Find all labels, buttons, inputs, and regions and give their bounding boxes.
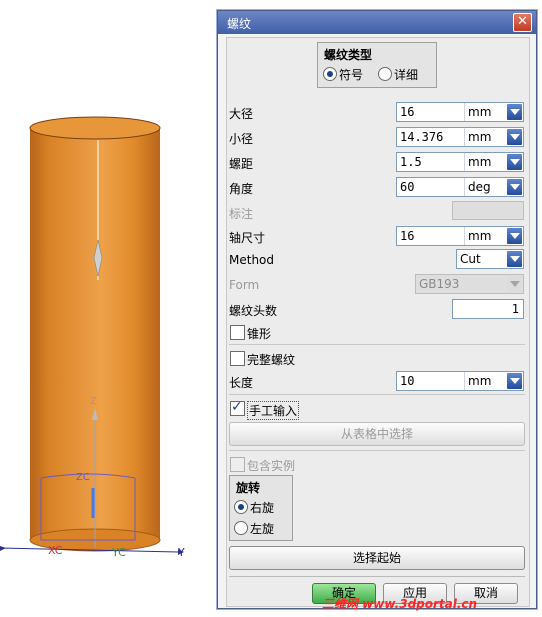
angle-label: 角度 [229, 182, 254, 196]
major-diameter-unit[interactable]: mm [468, 105, 491, 119]
divider [229, 450, 525, 451]
thread-type-symbolic-radio[interactable] [323, 67, 337, 81]
watermark-text: 三维网 www.3dportal.cn [322, 597, 478, 611]
thread-type-title: 螺纹类型 [324, 48, 373, 62]
rotation-title: 旋转 [236, 481, 261, 495]
thread-type-detailed-label[interactable]: 详细 [394, 66, 418, 83]
axis-y-label: Y [178, 546, 185, 559]
rotation-left-radio[interactable] [234, 521, 248, 535]
include-instances-label: 包含实例 [247, 459, 296, 473]
length-unit[interactable]: mm [468, 374, 491, 388]
manual-input-label[interactable]: 手工输入 [247, 401, 300, 420]
thread-type-symbolic-label[interactable]: 符号 [339, 66, 363, 83]
shaft-size-unit[interactable]: mm [468, 229, 491, 243]
length-value[interactable]: 10 [400, 374, 414, 388]
chevron-down-icon[interactable] [507, 373, 522, 389]
form-value: GB193 [419, 277, 460, 291]
num-starts-value[interactable]: 1 [512, 302, 519, 316]
axis-yc-label: YC [112, 546, 126, 559]
close-icon[interactable]: ✕ [513, 13, 532, 32]
rotation-left-label[interactable]: 左旋 [250, 520, 274, 537]
major-diameter-value[interactable]: 16 [400, 105, 414, 119]
rotation-right-radio[interactable] [234, 500, 248, 514]
chevron-down-icon[interactable] [507, 104, 522, 120]
callout-field [452, 201, 524, 220]
dialog-titlebar[interactable]: 螺纹 ✕ [218, 11, 536, 34]
rotation-group: 旋转 右旋 左旋 [229, 475, 293, 541]
num-starts-label: 螺纹头数 [229, 304, 278, 318]
angle-value[interactable]: 60 [400, 180, 414, 194]
major-diameter-field[interactable]: 16 mm [396, 102, 524, 122]
minor-diameter-value[interactable]: 14.376 [400, 130, 443, 144]
angle-field[interactable]: 60 deg [396, 177, 524, 197]
divider [229, 344, 525, 345]
chevron-down-icon[interactable] [507, 251, 522, 267]
chevron-down-icon[interactable] [507, 154, 522, 170]
pitch-value[interactable]: 1.5 [400, 155, 422, 169]
tapered-label[interactable]: 锥形 [247, 325, 271, 342]
shaft-size-value[interactable]: 16 [400, 229, 414, 243]
angle-unit[interactable]: deg [468, 180, 491, 194]
manual-input-checkbox[interactable] [230, 399, 245, 416]
major-diameter-label: 大径 [229, 107, 254, 121]
select-start-button[interactable]: 选择起始 [229, 546, 525, 570]
divider [229, 576, 525, 577]
choose-from-table-button: 从表格中选择 [229, 422, 525, 446]
thread-type-detailed-radio[interactable] [378, 67, 392, 81]
chevron-down-icon[interactable] [507, 129, 522, 145]
full-thread-label[interactable]: 完整螺纹 [247, 351, 295, 368]
tapered-checkbox[interactable] [230, 325, 245, 340]
rotation-right-label[interactable]: 右旋 [250, 499, 274, 516]
include-instances-checkbox [230, 457, 245, 472]
chevron-down-icon [507, 276, 522, 292]
thread-dialog: 螺纹 ✕ 螺纹类型 符号 详细 大径 16 mm 小径 14.376 mm 螺距 [217, 10, 537, 609]
axis-z-label: Z [90, 396, 97, 407]
axis-xc-label: XC [48, 544, 63, 557]
thread-type-group: 螺纹类型 符号 详细 [317, 42, 437, 88]
dialog-title: 螺纹 [227, 17, 252, 31]
form-select: GB193 [415, 274, 524, 294]
shaft-size-field[interactable]: 16 mm [396, 226, 524, 246]
pitch-label: 螺距 [229, 157, 254, 171]
num-starts-field[interactable]: 1 [452, 299, 524, 319]
length-label: 长度 [229, 376, 254, 390]
axis-zc-label: ZC [76, 472, 90, 483]
method-label: Method [229, 253, 275, 267]
chevron-down-icon[interactable] [507, 228, 522, 244]
minor-diameter-unit[interactable]: mm [468, 130, 491, 144]
callout-label: 标注 [229, 207, 254, 221]
pitch-field[interactable]: 1.5 mm [396, 152, 524, 172]
form-label: Form [229, 278, 260, 292]
pitch-unit[interactable]: mm [468, 155, 491, 169]
divider [229, 394, 525, 395]
minor-diameter-field[interactable]: 14.376 mm [396, 127, 524, 147]
full-thread-checkbox[interactable] [230, 351, 245, 366]
method-select[interactable]: Cut [456, 249, 524, 269]
chevron-down-icon[interactable] [507, 179, 522, 195]
length-field[interactable]: 10 mm [396, 371, 524, 391]
dialog-body: 螺纹类型 符号 详细 大径 16 mm 小径 14.376 mm 螺距 1.5 … [226, 37, 530, 607]
shaft-size-label: 轴尺寸 [229, 231, 266, 245]
method-value[interactable]: Cut [460, 252, 481, 266]
minor-diameter-label: 小径 [229, 132, 254, 146]
